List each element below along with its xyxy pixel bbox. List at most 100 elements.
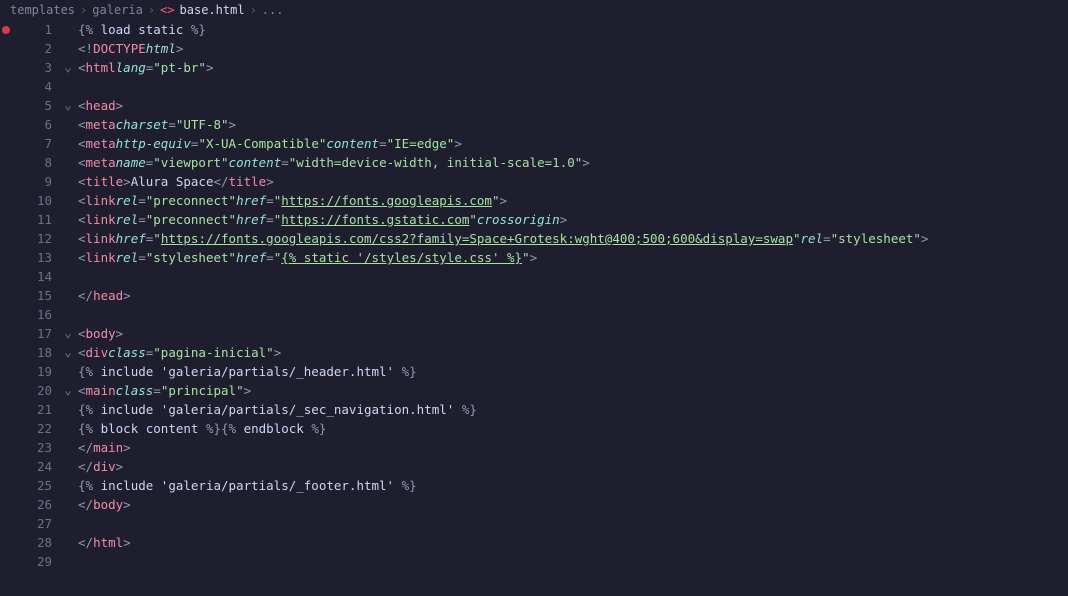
fold-toggle[interactable] <box>60 476 76 495</box>
code-line[interactable]: </html> <box>76 533 1068 552</box>
line-number[interactable]: 7 <box>12 134 52 153</box>
code-line[interactable]: <head> <box>76 96 1068 115</box>
breakpoint-slot[interactable] <box>0 400 12 419</box>
fold-toggle[interactable]: ⌄ <box>60 324 76 343</box>
line-number[interactable]: 13 <box>12 248 52 267</box>
line-number[interactable]: 4 <box>12 77 52 96</box>
breakpoint-gutter[interactable] <box>0 20 12 571</box>
fold-gutter[interactable]: ⌄ ⌄ ⌄ ⌄ ⌄ <box>60 20 76 571</box>
fold-toggle[interactable] <box>60 419 76 438</box>
breadcrumb-part[interactable]: galeria <box>92 3 143 17</box>
breakpoint-slot[interactable] <box>0 96 12 115</box>
line-number[interactable]: 19 <box>12 362 52 381</box>
fold-toggle[interactable] <box>60 533 76 552</box>
fold-toggle[interactable] <box>60 77 76 96</box>
line-number[interactable]: 29 <box>12 552 52 571</box>
line-number[interactable]: 2 <box>12 39 52 58</box>
line-number[interactable]: 15 <box>12 286 52 305</box>
code-line[interactable]: <meta charset="UTF-8"> <box>76 115 1068 134</box>
line-number[interactable]: 1 <box>12 20 52 39</box>
fold-toggle[interactable] <box>60 248 76 267</box>
breakpoint-slot[interactable] <box>0 115 12 134</box>
chevron-down-icon[interactable]: ⌄ <box>64 60 72 75</box>
line-number[interactable]: 23 <box>12 438 52 457</box>
line-number[interactable]: 27 <box>12 514 52 533</box>
line-number[interactable]: 14 <box>12 267 52 286</box>
fold-toggle[interactable] <box>60 39 76 58</box>
fold-toggle[interactable] <box>60 210 76 229</box>
breakpoint-slot[interactable] <box>0 514 12 533</box>
code-line[interactable]: <main class="principal"> <box>76 381 1068 400</box>
breakpoint-slot[interactable] <box>0 324 12 343</box>
code-line[interactable]: </div> <box>76 457 1068 476</box>
line-number[interactable]: 28 <box>12 533 52 552</box>
code-line[interactable] <box>76 552 1068 571</box>
line-number[interactable]: 11 <box>12 210 52 229</box>
code-line[interactable]: <link rel="preconnect" href="https://fon… <box>76 191 1068 210</box>
breakpoint-slot[interactable] <box>0 381 12 400</box>
breakpoint-slot[interactable] <box>0 457 12 476</box>
line-number[interactable]: 18 <box>12 343 52 362</box>
fold-toggle[interactable] <box>60 115 76 134</box>
line-number[interactable]: 24 <box>12 457 52 476</box>
fold-toggle[interactable] <box>60 153 76 172</box>
code-line[interactable]: <link rel="stylesheet" href="{% static '… <box>76 248 1068 267</box>
code-line[interactable] <box>76 267 1068 286</box>
breakpoint-slot[interactable] <box>0 286 12 305</box>
breakpoint-slot[interactable] <box>0 172 12 191</box>
line-number[interactable]: 8 <box>12 153 52 172</box>
breakpoint-slot[interactable] <box>0 552 12 571</box>
code-line[interactable] <box>76 305 1068 324</box>
breakpoint-slot[interactable] <box>0 438 12 457</box>
breakpoint-slot[interactable] <box>0 39 12 58</box>
code-line[interactable]: <meta name="viewport" content="width=dev… <box>76 153 1068 172</box>
breakpoint-slot[interactable] <box>0 419 12 438</box>
fold-toggle[interactable] <box>60 495 76 514</box>
fold-toggle[interactable] <box>60 362 76 381</box>
line-number[interactable]: 22 <box>12 419 52 438</box>
line-number[interactable]: 9 <box>12 172 52 191</box>
code-line[interactable]: <meta http-equiv="X-UA-Compatible" conte… <box>76 134 1068 153</box>
code-line[interactable]: <link rel="preconnect" href="https://fon… <box>76 210 1068 229</box>
breakpoint-slot[interactable] <box>0 20 12 39</box>
breadcrumb-file[interactable]: base.html <box>180 3 245 17</box>
code-line[interactable]: {% block content %}{% endblock %} <box>76 419 1068 438</box>
code-line[interactable]: <html lang="pt-br"> <box>76 58 1068 77</box>
fold-toggle[interactable] <box>60 286 76 305</box>
line-number[interactable]: 17 <box>12 324 52 343</box>
breakpoint-slot[interactable] <box>0 362 12 381</box>
breakpoint-icon[interactable] <box>2 26 10 34</box>
fold-toggle[interactable] <box>60 305 76 324</box>
breakpoint-slot[interactable] <box>0 77 12 96</box>
fold-toggle[interactable]: ⌄ <box>60 58 76 77</box>
breakpoint-slot[interactable] <box>0 58 12 77</box>
code-line[interactable]: </body> <box>76 495 1068 514</box>
code-editor[interactable]: 1234567891011121314151617181920212223242… <box>0 20 1068 571</box>
fold-toggle[interactable] <box>60 229 76 248</box>
code-line[interactable]: {% load static %} <box>76 20 1068 39</box>
line-number-gutter[interactable]: 1234567891011121314151617181920212223242… <box>12 20 60 571</box>
breakpoint-slot[interactable] <box>0 248 12 267</box>
chevron-down-icon[interactable]: ⌄ <box>64 383 72 398</box>
breakpoint-slot[interactable] <box>0 533 12 552</box>
fold-toggle[interactable]: ⌄ <box>60 96 76 115</box>
code-line[interactable]: <div class="pagina-inicial"> <box>76 343 1068 362</box>
code-line[interactable]: {% include 'galeria/partials/_footer.htm… <box>76 476 1068 495</box>
line-number[interactable]: 3 <box>12 58 52 77</box>
line-number[interactable]: 25 <box>12 476 52 495</box>
fold-toggle[interactable] <box>60 20 76 39</box>
fold-toggle[interactable] <box>60 400 76 419</box>
code-line[interactable]: <!DOCTYPE html> <box>76 39 1068 58</box>
fold-toggle[interactable] <box>60 438 76 457</box>
code-line[interactable] <box>76 77 1068 96</box>
line-number[interactable]: 16 <box>12 305 52 324</box>
breadcrumb[interactable]: templates › galeria › <> base.html › ... <box>0 0 1068 20</box>
breakpoint-slot[interactable] <box>0 134 12 153</box>
breakpoint-slot[interactable] <box>0 267 12 286</box>
breakpoint-slot[interactable] <box>0 476 12 495</box>
breakpoint-slot[interactable] <box>0 153 12 172</box>
code-line[interactable]: {% include 'galeria/partials/_sec_naviga… <box>76 400 1068 419</box>
chevron-down-icon[interactable]: ⌄ <box>64 345 72 360</box>
fold-toggle[interactable]: ⌄ <box>60 343 76 362</box>
fold-toggle[interactable] <box>60 191 76 210</box>
